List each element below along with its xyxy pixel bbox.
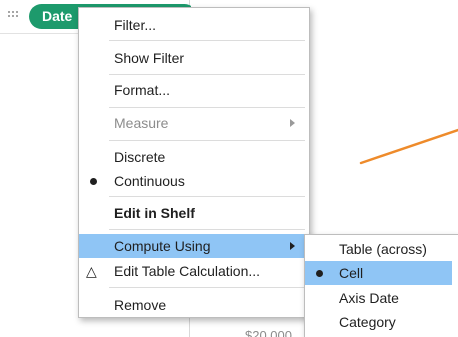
submenu-item-label: Category [339,314,396,330]
selected-bullet-icon [90,178,97,185]
menu-item-edit-table-calculation[interactable]: △ Edit Table Calculation... [79,259,309,283]
menu-item-measure: Measure [79,111,309,135]
submenu-item-axis-date[interactable]: Axis Date [305,286,452,310]
menu-divider [109,196,305,197]
menu-item-label: Discrete [114,149,166,165]
menu-divider [109,140,305,141]
submenu-item-label: Table (across) [339,241,427,257]
menu-item-label: Measure [114,115,169,131]
submenu-arrow-icon [290,119,295,127]
menu-divider [109,74,305,75]
submenu-item-label: Cell [339,265,364,281]
menu-item-label: Filter... [114,17,157,33]
menu-item-label: Compute Using [114,238,211,254]
compute-using-submenu: Table (across) Cell Axis Date Category [304,234,458,337]
menu-item-label: Remove [114,297,167,313]
menu-item-label: Continuous [114,173,185,189]
menu-item-label: Edit in Shelf [114,205,195,221]
menu-item-compute-using[interactable]: Compute Using [79,234,309,258]
menu-item-label: Edit Table Calculation... [114,263,261,279]
menu-item-discrete[interactable]: Discrete [79,145,309,169]
submenu-item-cell[interactable]: Cell [305,261,452,285]
menu-divider [109,287,305,288]
menu-item-label: Show Filter [114,50,185,66]
selected-bullet-icon [316,270,323,277]
menu-divider [109,229,305,230]
axis-tick-label: $20,000 [245,328,292,337]
menu-item-continuous[interactable]: Continuous [79,169,309,193]
menu-item-format[interactable]: Format... [79,78,309,102]
menu-item-label: Format... [114,82,171,98]
delta-icon: △ [86,263,97,279]
menu-item-edit-in-shelf[interactable]: Edit in Shelf [79,201,309,225]
submenu-item-table-across[interactable]: Table (across) [305,237,452,261]
menu-divider [109,107,305,108]
menu-item-remove[interactable]: Remove [79,293,309,317]
menu-divider [109,40,305,41]
menu-item-show-filter[interactable]: Show Filter [79,46,309,70]
submenu-arrow-icon [290,242,295,250]
submenu-item-category[interactable]: Category [305,310,452,334]
context-menu: Filter... Show Filter Format... Measure … [78,7,310,318]
submenu-item-label: Axis Date [339,290,399,306]
menu-item-filter[interactable]: Filter... [79,13,309,37]
